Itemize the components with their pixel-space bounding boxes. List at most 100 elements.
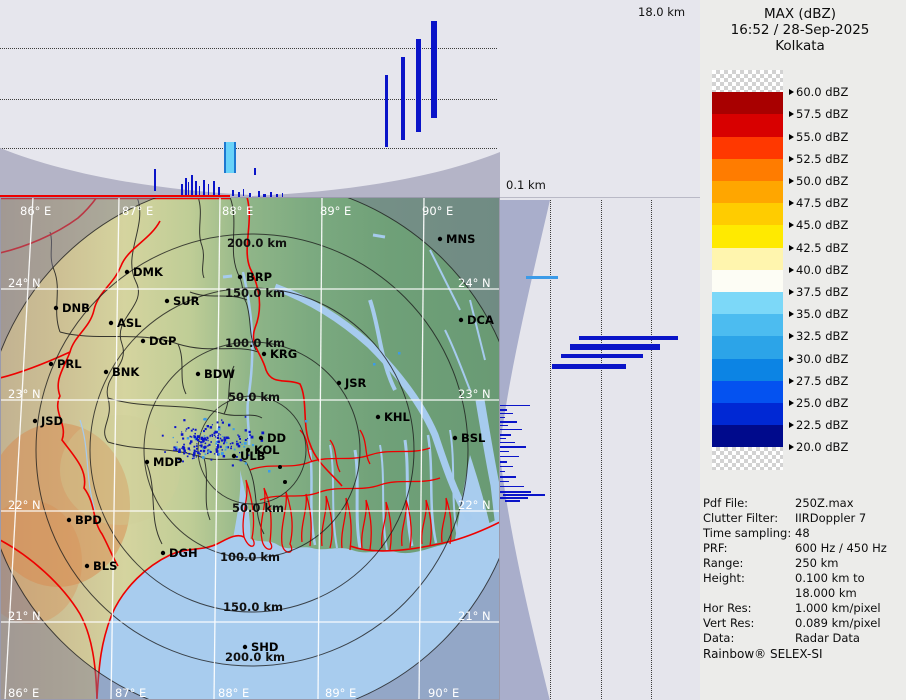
echo-profile-bar <box>500 451 509 452</box>
legend-entry: 42.5 dBZ <box>789 240 849 255</box>
legend-tick-arrow-icon <box>789 355 794 362</box>
height-axis-min-label: 0.1 km <box>506 178 546 192</box>
echo-pixel <box>220 434 222 436</box>
echo-pixel <box>204 428 207 431</box>
metadata-label: Height: <box>703 571 745 585</box>
echo-pixel <box>189 435 192 438</box>
echo-pixel <box>172 436 174 439</box>
echo-profile-bar <box>500 405 530 406</box>
echo-pixel <box>222 455 226 458</box>
echo-pixel <box>207 440 209 442</box>
longitude-label: 90° E <box>428 686 459 700</box>
map-canvas: 86° E 86° E 87° E 87° E 88° E 88° E 89° E 89° E… <box>0 179 523 700</box>
metadata-row: 18.000 km <box>703 586 903 601</box>
metadata-label: Time sampling: <box>703 526 792 540</box>
echo-pixel <box>185 428 188 430</box>
echo-profile-bar <box>500 491 531 493</box>
legend-entry: 45.0 dBZ <box>789 218 848 232</box>
longitude-label: 87° E <box>122 204 153 218</box>
echo-pixel <box>183 443 185 446</box>
station-dot-BNK <box>103 369 109 375</box>
legend-value-label: 60.0 dBZ <box>796 85 849 100</box>
info-legend-panel: MAX (dBZ) 16:52 / 28-Sep-2025 Kolkata 60… <box>700 0 906 700</box>
echo-pixel <box>204 445 207 449</box>
legend-swatch-color <box>712 247 783 270</box>
echo-profile-bar <box>185 178 187 196</box>
echo-profile-bar <box>188 182 189 196</box>
station-dot-BPD <box>66 517 72 523</box>
echo-pixel <box>236 440 238 443</box>
echo-pixel <box>190 436 193 438</box>
legend-swatch-color <box>712 314 783 337</box>
station-dot-BSL <box>452 435 458 441</box>
longitude-label: 90° E <box>422 204 453 218</box>
latitude-label: 23° N <box>458 387 491 401</box>
legend-entry: 52.5 dBZ <box>789 152 848 166</box>
echo-pixel <box>183 419 186 422</box>
legend-swatch-color <box>712 136 783 159</box>
echo-pixel <box>178 450 181 453</box>
station-dot-BLS <box>84 563 90 569</box>
echo-pixel <box>220 439 223 442</box>
software-brand: Rainbow® SELEX-SI <box>703 647 823 661</box>
legend-entry: 27.5 dBZ <box>789 374 848 388</box>
range-ring-label: 200.0 km <box>227 236 287 250</box>
dbz-color-legend: 60.0 dBZ 57.5 dBZ 55.0 dBZ 52.5 dBZ 50.0 dBZ… <box>700 0 906 480</box>
legend-value-label: 37.5 dBZ <box>796 285 849 299</box>
metadata-label: Pdf File: <box>703 496 749 510</box>
station-dot-DGH <box>160 550 166 556</box>
metadata-row: Vert Res: 0.089 km/pixel <box>703 616 903 631</box>
echo-pixel <box>200 445 203 448</box>
echo-pixel <box>221 421 224 424</box>
legend-value-label: 50.0 dBZ <box>796 174 849 188</box>
echo-profile-bar <box>500 486 524 487</box>
echo-pixel <box>373 363 376 366</box>
height-axis-corner: 18.0 km 0.1 km <box>500 0 700 197</box>
longitude-label: 86° E <box>20 204 51 218</box>
latitude-label: 24° N <box>8 276 41 290</box>
station-dot-JSD <box>32 418 38 424</box>
echo-pixel <box>243 441 247 445</box>
echo-pixel <box>194 450 196 452</box>
legend-value-label: 25.0 dBZ <box>796 396 849 410</box>
ns-height-profile-panel <box>500 197 700 700</box>
legend-tick-arrow-icon <box>789 222 794 229</box>
station-dot-DCA <box>458 317 464 323</box>
echo-pixel <box>203 417 207 421</box>
echo-profile-bar <box>431 21 437 118</box>
station-label-MDP: MDP <box>153 455 182 469</box>
echo-profile-bar <box>500 471 505 472</box>
legend-entry: 20.0 dBZ <box>789 440 848 454</box>
echo-pixel <box>241 443 243 445</box>
legend-tick-arrow-icon <box>789 178 794 184</box>
echo-pixel <box>230 447 232 450</box>
echo-pixel <box>268 470 271 473</box>
legend-swatch-transparent <box>712 447 783 470</box>
terrain-plain <box>60 415 180 525</box>
legend-value-label: 42.5 dBZ <box>796 240 849 255</box>
metadata-value: 600 Hz / 450 Hz <box>795 541 887 555</box>
echo-pixel <box>231 464 234 467</box>
metadata-value: 0.089 km/pixel <box>795 616 881 630</box>
echo-pixel <box>219 437 222 440</box>
echo-pixel <box>180 433 184 436</box>
echo-pixel <box>204 453 207 456</box>
echo-pixel <box>186 437 190 440</box>
echo-pixel <box>218 453 221 455</box>
radar-display-window: 18.0 km 0.1 km 86° E 86° E 87° E 87° E 8… <box>0 0 906 700</box>
echo-pixel <box>183 452 185 455</box>
station-dot-KRG <box>261 351 267 357</box>
echo-pixel <box>239 441 242 444</box>
station-dot-JSR <box>336 380 342 386</box>
echo-profile-bar <box>500 421 517 423</box>
echo-pixel <box>217 427 221 431</box>
metadata-value: 250 km <box>795 556 839 570</box>
echo-pixel <box>230 445 232 448</box>
echo-pixel <box>216 421 219 424</box>
legend-tick-arrow-icon <box>789 377 794 384</box>
latitude-label: 22° N <box>458 498 491 512</box>
echo-pixel <box>243 445 246 448</box>
echo-pixel <box>191 457 194 460</box>
echo-pixel <box>161 434 164 437</box>
echo-profile-bar <box>401 57 405 140</box>
